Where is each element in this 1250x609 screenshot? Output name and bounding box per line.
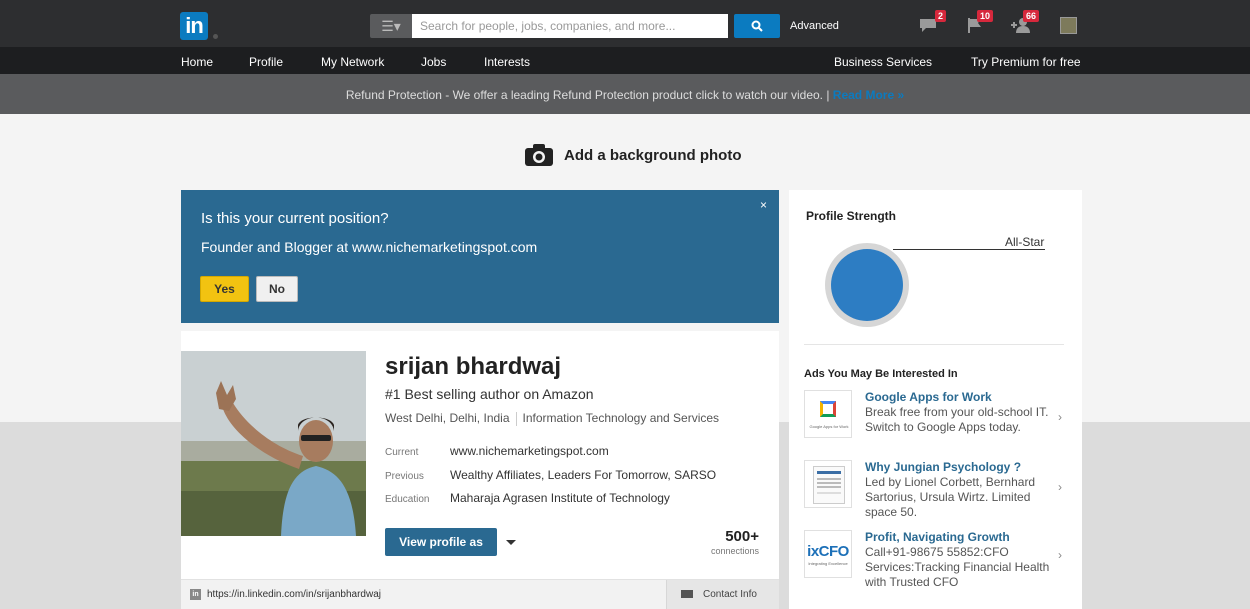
- ad-thumbnail: ixCFO Integrating Excellence: [804, 530, 852, 578]
- linkedin-logo[interactable]: in: [180, 12, 208, 40]
- document-preview: [813, 466, 845, 504]
- ads-title: Ads You May Be Interested In: [804, 368, 958, 380]
- connections-badge: 66: [1022, 10, 1039, 22]
- ad-thumb-text: Google Apps for Work: [809, 424, 849, 429]
- nav-business-services[interactable]: Business Services: [834, 55, 932, 69]
- divider: [804, 344, 1064, 345]
- strength-pointer-line: [893, 249, 1045, 250]
- profile-strength-meter[interactable]: [825, 243, 909, 327]
- profile-strength-fill: [831, 249, 903, 321]
- profile-card: srijan bhardwaj #1 Best selling author o…: [181, 331, 779, 609]
- previous-row: Previous Wealthy Affiliates, Leaders For …: [385, 468, 716, 482]
- logo-dot: [213, 34, 218, 39]
- promo-banner: Refund Protection - We offer a leading R…: [0, 74, 1250, 114]
- messages-badge: 2: [934, 10, 946, 22]
- ad-thumbnail: [804, 460, 852, 508]
- notifications-badge: 10: [976, 10, 993, 22]
- search-icon: [751, 20, 763, 32]
- profile-strength-level: All-Star: [1005, 235, 1045, 249]
- search-input[interactable]: [412, 14, 728, 38]
- separator: [515, 411, 517, 426]
- connections-button[interactable]: 66: [1011, 10, 1039, 36]
- chevron-right-icon: ›: [1058, 480, 1062, 494]
- ad-title[interactable]: Why Jungian Psychology ?: [865, 460, 1021, 474]
- nav-try-premium[interactable]: Try Premium for free: [971, 55, 1081, 69]
- add-background-label: Add a background photo: [564, 146, 742, 164]
- advanced-search-link[interactable]: Advanced: [790, 20, 839, 32]
- google-apps-icon: [820, 401, 836, 417]
- ad-item[interactable]: Google Apps for Work Google Apps for Wor…: [804, 390, 1074, 440]
- previous-value[interactable]: Wealthy Affiliates, Leaders For Tomorrow…: [450, 468, 716, 482]
- profile-industry[interactable]: Information Technology and Services: [523, 411, 720, 425]
- banner-text: Refund Protection - We offer a leading R…: [345, 88, 833, 102]
- current-row: Current www.nichemarketingspot.com: [385, 444, 609, 458]
- add-background-photo-button[interactable]: Add a background photo: [524, 143, 742, 167]
- nav-my-network[interactable]: My Network: [321, 55, 384, 69]
- profile-name: srijan bhardwaj: [385, 353, 562, 380]
- profile-location-line: West Delhi, Delhi, India Information Tech…: [385, 411, 719, 426]
- public-profile-url-bar: in https://in.linkedin.com/in/srijanbhar…: [181, 579, 779, 609]
- nav-profile[interactable]: Profile: [249, 55, 283, 69]
- contact-info-label: Contact Info: [703, 589, 757, 600]
- ad-item[interactable]: Why Jungian Psychology ? Led by Lionel C…: [804, 460, 1074, 520]
- main-nav: Home Profile My Network Jobs Interests B…: [0, 47, 1250, 74]
- education-label: Education: [385, 494, 430, 505]
- yes-button[interactable]: Yes: [200, 276, 249, 302]
- messages-button[interactable]: 2: [918, 10, 946, 36]
- account-avatar[interactable]: [1060, 17, 1077, 34]
- ad-title[interactable]: Profit, Navigating Growth: [865, 530, 1010, 544]
- right-sidebar: Profile Strength All-Star Ads You May Be…: [789, 190, 1082, 609]
- current-position-prompt: Is this your current position? Founder a…: [181, 190, 779, 323]
- camera-icon: [525, 144, 553, 166]
- profile-strength-title: Profile Strength: [806, 209, 897, 223]
- banner-read-more-link[interactable]: Read More »: [833, 88, 904, 102]
- contact-card-icon: [681, 590, 693, 599]
- profile-photo[interactable]: [181, 351, 366, 536]
- nav-jobs[interactable]: Jobs: [421, 55, 446, 69]
- position-question: Is this your current position?: [201, 210, 389, 227]
- ixcfo-logo: ixCFO: [807, 543, 849, 560]
- connections-label: connections: [710, 546, 759, 556]
- search-category-dropdown[interactable]: ☰▾: [370, 14, 412, 38]
- profile-headline: #1 Best selling author on Amazon: [385, 386, 594, 402]
- ixcfo-tagline: Integrating Excellence: [808, 561, 848, 566]
- chevron-right-icon: ›: [1058, 410, 1062, 424]
- connections-count: 500+: [725, 528, 759, 545]
- chevron-down-icon[interactable]: [506, 540, 516, 545]
- ad-description: Led by Lionel Corbett, Bernhard Sartoriu…: [865, 475, 1036, 519]
- ad-item[interactable]: ixCFO Integrating Excellence Profit, Nav…: [804, 530, 1074, 590]
- view-profile-as-button[interactable]: View profile as: [385, 528, 497, 556]
- profile-location[interactable]: West Delhi, Delhi, India: [385, 411, 510, 425]
- previous-label: Previous: [385, 471, 424, 482]
- search-button[interactable]: [734, 14, 780, 38]
- top-bar: in ☰▾ Advanced 2 10 66: [0, 0, 1250, 47]
- position-detail: Founder and Blogger at www.nichemarketin…: [201, 239, 538, 255]
- public-profile-url[interactable]: https://in.linkedin.com/in/srijanbhardwa…: [207, 589, 381, 600]
- linkedin-mini-icon: in: [190, 589, 201, 600]
- chevron-right-icon: ›: [1058, 548, 1062, 562]
- current-value[interactable]: www.nichemarketingspot.com: [450, 444, 609, 458]
- current-label: Current: [385, 447, 419, 458]
- education-row: Education Maharaja Agrasen Institute of T…: [385, 491, 670, 505]
- education-value[interactable]: Maharaja Agrasen Institute of Technology: [450, 491, 670, 505]
- no-button[interactable]: No: [256, 276, 298, 302]
- notifications-button[interactable]: 10: [965, 10, 993, 36]
- ad-thumbnail: Google Apps for Work: [804, 390, 852, 438]
- nav-home[interactable]: Home: [181, 55, 213, 69]
- contact-info-button[interactable]: Contact Info: [666, 580, 779, 609]
- ad-title[interactable]: Google Apps for Work: [865, 390, 992, 404]
- ad-description: Break free from your old-school IT. Swit…: [865, 405, 1049, 434]
- nav-interests[interactable]: Interests: [484, 55, 530, 69]
- ad-description: Call+91-98675 55852:CFO Services:Trackin…: [865, 545, 1050, 589]
- close-icon[interactable]: ×: [760, 198, 767, 212]
